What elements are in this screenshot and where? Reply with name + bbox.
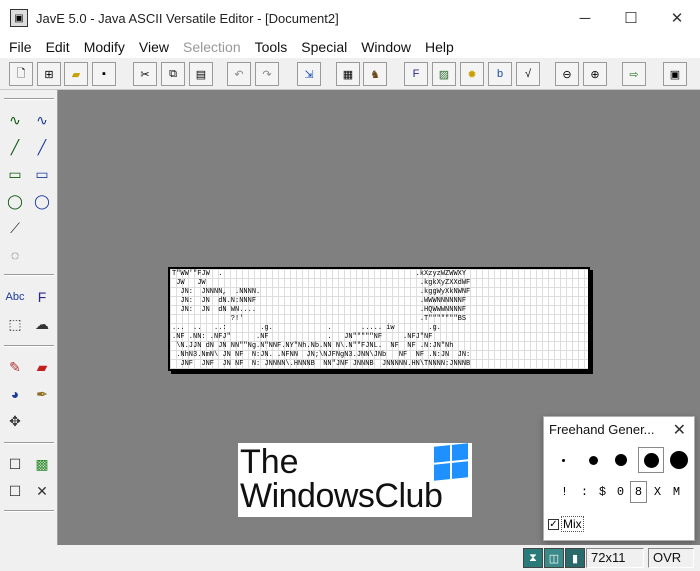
font-tool-icon[interactable]: F bbox=[29, 285, 55, 309]
watermark-logo: The WindowsClub bbox=[238, 443, 472, 517]
char-option-selected[interactable]: 8 bbox=[630, 481, 647, 503]
menu-special[interactable]: Special bbox=[294, 39, 354, 55]
rectangle-icon[interactable]: ▭ bbox=[2, 162, 28, 186]
circle-icon[interactable]: ◌ bbox=[2, 243, 28, 267]
checkbox-icon[interactable]: ✓ bbox=[548, 518, 559, 530]
freehand-generator-panel: Freehand Gener... ✕ ! : $ 0 8 X M ✓ Mix bbox=[543, 416, 695, 541]
ellipse-icon[interactable]: ◯ bbox=[29, 189, 55, 213]
export-icon[interactable]: ⇨ bbox=[622, 62, 646, 86]
tool-palette: ∿ ∿ ╱ ╱ ▭ ▭ ◯ ◯ ⟋ ◌ Abc F ⬚ ☁ ✎ ▰ ◕ ✒ ✥ … bbox=[0, 90, 58, 545]
polyline-icon[interactable]: ⟋ bbox=[2, 216, 28, 240]
main-toolbar: 🗋 ⊞ ▰ ▪ ✂ ⧉ ▤ ↶ ↷ ⇲ ▦ ♞ F ▨ ✹ b √ ⊖ ⊕ ⇨ … bbox=[0, 58, 700, 90]
image-icon[interactable]: ▩ bbox=[29, 452, 55, 476]
brush-size-3[interactable] bbox=[608, 447, 634, 473]
brush-size-5[interactable] bbox=[666, 447, 692, 473]
window-title: JavE 5.0 - Java ASCII Versatile Editor -… bbox=[36, 10, 339, 26]
line-icon[interactable]: ╱ bbox=[29, 135, 55, 159]
new-doc-icon[interactable]: 🗋 bbox=[9, 62, 33, 86]
mouse-icon: ◫ bbox=[544, 548, 564, 568]
size-indicator: 72x11 bbox=[586, 548, 644, 568]
fill-icon[interactable]: ◕ bbox=[2, 382, 28, 406]
char-option[interactable]: 0 bbox=[612, 481, 629, 503]
redo-icon[interactable]: ↷ bbox=[255, 62, 279, 86]
palette-divider bbox=[4, 98, 54, 100]
document-canvas[interactable]: T"WW'"FJW . .kXzyzWZWWXY JW JW .kgkXyZXX… bbox=[168, 267, 590, 371]
windows-logo-icon bbox=[434, 443, 468, 481]
mix-checkbox[interactable]: ✓ Mix bbox=[548, 516, 584, 532]
text-box-icon[interactable]: b bbox=[488, 62, 512, 86]
brush-icon[interactable]: ✎ bbox=[2, 355, 28, 379]
menu-help[interactable]: Help bbox=[418, 39, 461, 55]
watermark-line2: WindowsClub bbox=[240, 477, 443, 515]
panel-close-icon[interactable]: ✕ bbox=[673, 420, 686, 440]
char-option[interactable]: M bbox=[668, 481, 685, 503]
app-small-icon[interactable]: ▣ bbox=[663, 62, 687, 86]
axes-icon[interactable]: ✕ bbox=[29, 479, 55, 503]
menu-edit[interactable]: Edit bbox=[39, 39, 77, 55]
checkbox-icon[interactable]: ☐ bbox=[2, 479, 28, 503]
zoom-in-icon[interactable]: ⊕ bbox=[583, 62, 607, 86]
menu-modify[interactable]: Modify bbox=[77, 39, 132, 55]
new-tree-icon[interactable]: ⊞ bbox=[37, 62, 61, 86]
mode-indicator: OVR bbox=[648, 548, 694, 568]
menu-file[interactable]: File bbox=[0, 39, 39, 55]
image-convert-icon[interactable]: ▨ bbox=[432, 62, 456, 86]
menu-view[interactable]: View bbox=[132, 39, 176, 55]
save-disk-icon[interactable]: ▪ bbox=[92, 62, 116, 86]
char-option[interactable]: $ bbox=[594, 481, 611, 503]
palette-divider bbox=[4, 345, 54, 347]
ascii-art: T"WW'"FJW . .kXzyzWZWWXY JW JW .kgkXyZXX… bbox=[172, 270, 471, 368]
line-icon[interactable]: ╱ bbox=[2, 135, 28, 159]
menu-selection[interactable]: Selection bbox=[176, 39, 248, 55]
maximize-button[interactable]: ☐ bbox=[608, 0, 654, 36]
hourglass-icon: ⧗ bbox=[523, 548, 543, 568]
font-icon[interactable]: F bbox=[404, 62, 428, 86]
title-bar: ▣ JavE 5.0 - Java ASCII Versatile Editor… bbox=[0, 0, 700, 36]
brush-size-4[interactable] bbox=[638, 447, 664, 473]
panel-title: Freehand Gener... bbox=[549, 422, 655, 437]
camel-icon[interactable]: ♞ bbox=[363, 62, 387, 86]
char-option[interactable]: ! bbox=[556, 481, 573, 503]
rectangle-icon[interactable]: ▭ bbox=[29, 162, 55, 186]
freehand-icon[interactable]: ∿ bbox=[2, 108, 28, 132]
char-option[interactable]: : bbox=[576, 481, 593, 503]
move-icon[interactable]: ✥ bbox=[2, 409, 28, 433]
cut-icon[interactable]: ✂ bbox=[133, 62, 157, 86]
menu-window[interactable]: Window bbox=[354, 39, 418, 55]
close-button[interactable]: ✕ bbox=[654, 0, 700, 36]
char-option[interactable]: X bbox=[649, 481, 666, 503]
film-icon[interactable]: ▦ bbox=[336, 62, 360, 86]
app-icon[interactable]: ▣ bbox=[10, 9, 28, 27]
paste-icon[interactable]: ▤ bbox=[189, 62, 213, 86]
checkbox-icon[interactable]: ☐ bbox=[2, 452, 28, 476]
zoom-out-icon[interactable]: ⊖ bbox=[555, 62, 579, 86]
brush-size-1[interactable] bbox=[550, 447, 576, 473]
copy-icon[interactable]: ⧉ bbox=[161, 62, 185, 86]
palette-divider bbox=[4, 442, 54, 444]
palette-divider bbox=[4, 510, 54, 512]
menu-tools[interactable]: Tools bbox=[248, 39, 295, 55]
select-rect-icon[interactable]: ⬚ bbox=[2, 312, 28, 336]
cursor-icon: ▮ bbox=[565, 548, 585, 568]
undo-icon[interactable]: ↶ bbox=[227, 62, 251, 86]
window-controls: ─ ☐ ✕ bbox=[562, 0, 700, 36]
palette-divider bbox=[4, 274, 54, 276]
open-folder-icon[interactable]: ▰ bbox=[64, 62, 88, 86]
ellipse-icon[interactable]: ◯ bbox=[2, 189, 28, 213]
pen-icon[interactable]: ✒ bbox=[29, 382, 55, 406]
status-bar: ⧗ ◫ ▮ 72x11 OVR bbox=[0, 545, 700, 571]
lasso-icon[interactable]: ☁ bbox=[29, 312, 55, 336]
settings-gear-icon[interactable]: ✹ bbox=[460, 62, 484, 86]
mix-label: Mix bbox=[561, 516, 584, 532]
resize-icon[interactable]: ⇲ bbox=[297, 62, 321, 86]
brush-size-2[interactable] bbox=[580, 447, 606, 473]
formula-icon[interactable]: √ bbox=[516, 62, 540, 86]
eraser-icon[interactable]: ▰ bbox=[29, 355, 55, 379]
text-icon[interactable]: Abc bbox=[2, 285, 28, 309]
menu-bar: File Edit Modify View Selection Tools Sp… bbox=[0, 36, 700, 58]
freehand-icon[interactable]: ∿ bbox=[29, 108, 55, 132]
minimize-button[interactable]: ─ bbox=[562, 0, 608, 36]
